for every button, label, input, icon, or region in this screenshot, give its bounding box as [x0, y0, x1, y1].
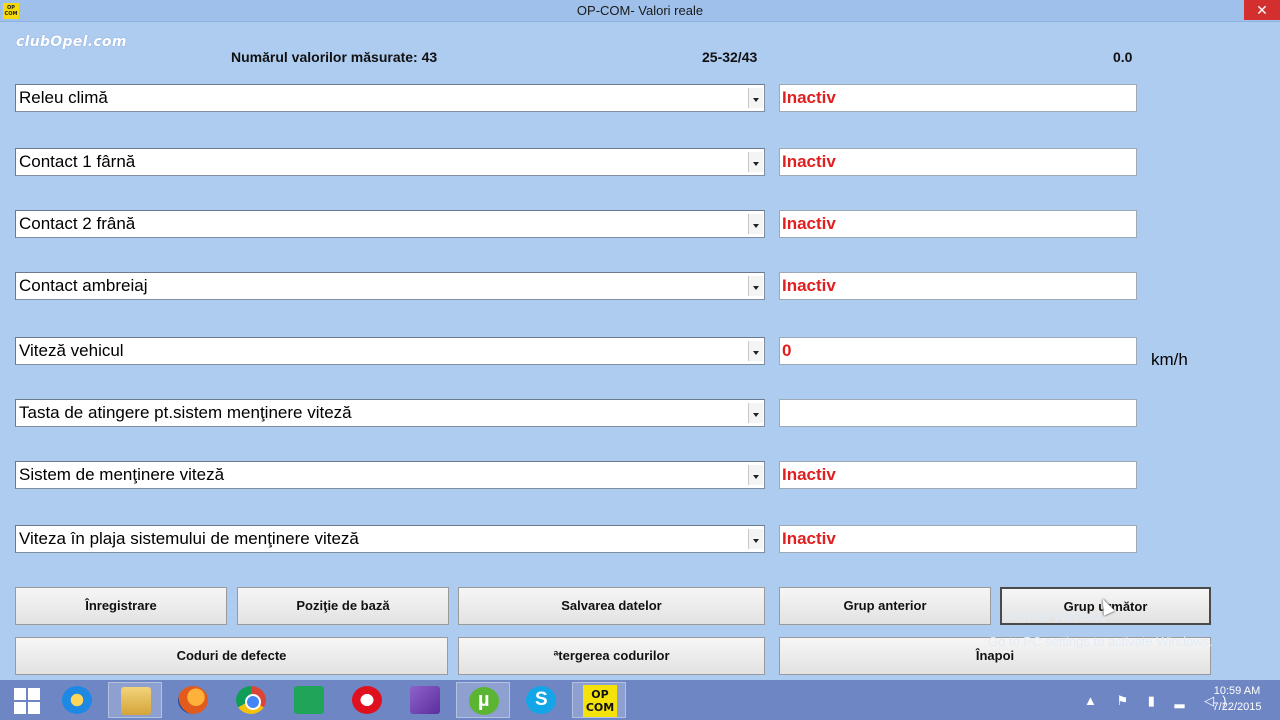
parameter-value-field: Inactiv: [779, 84, 1137, 112]
parameter-select[interactable]: Viteza în plaja sistemului de menţinere …: [15, 525, 765, 553]
parameter-value-field: Inactiv: [779, 525, 1137, 553]
dropdown-arrow-icon[interactable]: [748, 465, 763, 485]
dropdown-arrow-icon[interactable]: [748, 88, 763, 108]
parameter-select[interactable]: Releu climă: [15, 84, 765, 112]
skype-icon: [526, 686, 556, 714]
parameter-select[interactable]: Tasta de atingere pt.sistem menţinere vi…: [15, 399, 765, 427]
parameter-select[interactable]: Contact ambreiaj: [15, 272, 765, 300]
dropdown-arrow-icon[interactable]: [748, 214, 763, 234]
system-tray: ▲ ⚑ ▮ ▂ ◁) 10:59 AM 7/22/2015: [1084, 680, 1280, 720]
dropdown-arrow-icon[interactable]: [748, 341, 763, 361]
file-explorer-icon: [121, 687, 151, 715]
parameter-label: Contact 2 frână: [19, 214, 136, 233]
dropdown-arrow-icon[interactable]: [748, 276, 763, 296]
visual-studio-icon: [410, 686, 440, 714]
dropdown-arrow-icon[interactable]: [748, 403, 763, 423]
parameter-value-field: Inactiv: [779, 148, 1137, 176]
parameter-select[interactable]: Viteză vehicul: [15, 337, 765, 365]
parameter-select[interactable]: Contact 2 frână: [15, 210, 765, 238]
clock[interactable]: 10:59 AM 7/22/2015: [1202, 683, 1272, 715]
parameter-value: 0: [782, 341, 792, 360]
windows-start-icon: [12, 686, 42, 714]
parameter-value-field: Inactiv: [779, 272, 1137, 300]
fault-codes-button[interactable]: Coduri de defecte: [15, 637, 448, 675]
taskbar-chrome[interactable]: [224, 682, 278, 718]
parameter-select[interactable]: Contact 1 fârnă: [15, 148, 765, 176]
taskbar-utorrent[interactable]: [456, 682, 510, 718]
taskbar-opera[interactable]: [340, 682, 394, 718]
parameter-value: Inactiv: [782, 152, 836, 171]
parameter-value: Inactiv: [782, 465, 836, 484]
taskbar-store[interactable]: [282, 682, 336, 718]
parameter-value-field: Inactiv: [779, 461, 1137, 489]
parameter-select[interactable]: Sistem de menţinere viteză: [15, 461, 765, 489]
parameter-value-field: 0: [779, 337, 1137, 365]
activate-windows-hint: Go to PC settings to activate Windows.: [988, 634, 1213, 649]
clock-time: 10:59 AM: [1213, 685, 1261, 697]
measured-values-count: Numărul valorilor măsurate: 43: [231, 49, 438, 65]
parameter-value-field: Inactiv: [779, 210, 1137, 238]
taskbar-skype[interactable]: [514, 682, 568, 718]
base-position-button[interactable]: Poziţie de bază: [237, 587, 449, 625]
parameter-label: Tasta de atingere pt.sistem menţinere vi…: [19, 403, 352, 422]
parameter-value: Inactiv: [782, 529, 836, 548]
parameter-label: Releu climă: [19, 88, 108, 107]
clear-codes-button[interactable]: ªtergerea codurilor: [458, 637, 765, 675]
save-data-button[interactable]: Salvarea datelor: [458, 587, 765, 625]
taskbar-opcom[interactable]: OP COM: [572, 682, 626, 718]
title-bar: OP COM OP-COM- Valori reale ✕: [0, 0, 1280, 22]
parameter-label: Sistem de menţinere viteză: [19, 465, 225, 484]
dropdown-arrow-icon[interactable]: [748, 529, 763, 549]
close-button[interactable]: ✕: [1244, 0, 1280, 20]
parameter-value-field: [779, 399, 1137, 427]
taskbar: OP COM ▲ ⚑ ▮ ▂ ◁) 10:59 AM 7/22/2015: [0, 680, 1280, 720]
parameter-value: Inactiv: [782, 214, 836, 233]
record-button[interactable]: Înregistrare: [15, 587, 227, 625]
parameter-value: Inactiv: [782, 276, 836, 295]
parameter-value: Inactiv: [782, 88, 836, 107]
clock-date: 7/22/2015: [1212, 701, 1262, 713]
dropdown-arrow-icon[interactable]: [748, 152, 763, 172]
taskbar-firefox[interactable]: [166, 682, 220, 718]
taskbar-file-explorer[interactable]: [108, 682, 162, 718]
taskbar-visual-studio[interactable]: [398, 682, 452, 718]
value-range: 25-32/43: [702, 49, 758, 65]
firefox-icon: [178, 686, 208, 714]
parameter-label: Viteza în plaja sistemului de menţinere …: [19, 529, 359, 548]
opera-icon: [352, 686, 382, 714]
club-opel-logo: clubOpel.com: [16, 34, 127, 50]
window-title: OP-COM- Valori reale: [576, 3, 704, 18]
unit-label: km/h: [1151, 350, 1188, 369]
taskbar-internet-explorer[interactable]: [50, 682, 104, 718]
header-value: 0.0: [1113, 49, 1133, 65]
utorrent-icon: [469, 687, 499, 715]
previous-group-button[interactable]: Grup anterior: [779, 587, 991, 625]
parameter-label: Contact 1 fârnă: [19, 152, 136, 171]
activate-windows-title: Activate Windows: [1004, 609, 1107, 624]
internet-explorer-icon: [62, 686, 92, 714]
start-button[interactable]: [0, 682, 54, 718]
store-icon: [294, 686, 324, 714]
chrome-icon: [236, 686, 266, 714]
parameter-label: Viteză vehicul: [19, 341, 124, 360]
parameter-label: Contact ambreiaj: [19, 276, 148, 295]
opcom-icon: OP COM: [583, 685, 617, 717]
